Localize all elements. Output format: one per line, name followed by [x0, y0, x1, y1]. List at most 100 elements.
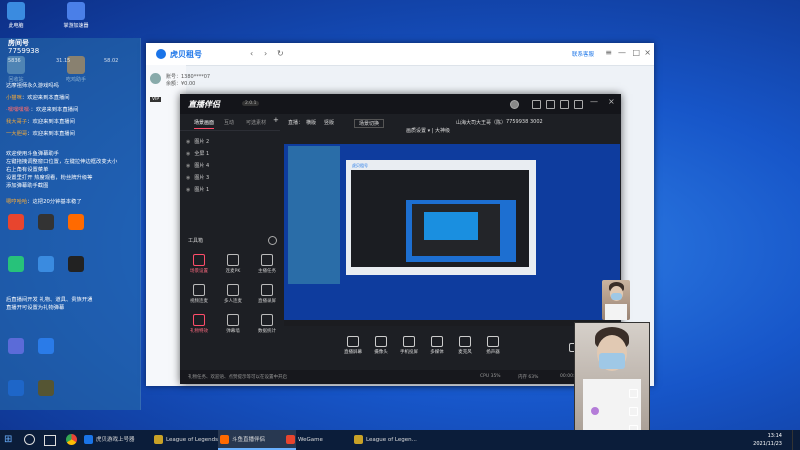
desktop-app-icon[interactable]: [68, 256, 84, 272]
tool-button[interactable]: 场景设置: [188, 254, 210, 274]
taskbar-app-icon: [354, 435, 363, 444]
task-view-icon[interactable]: [44, 435, 56, 446]
zb-minimize-icon[interactable]: —: [590, 97, 598, 106]
chat-text: 直播开可设置为礼物弹幕: [6, 305, 65, 311]
zb-titlebar[interactable]: 直播伴侣 2.0.1 — ×: [180, 94, 621, 114]
tool-button[interactable]: 连麦PK: [222, 254, 244, 274]
tool-label: 弹幕墙: [226, 329, 240, 334]
show-desktop-button[interactable]: [792, 430, 796, 450]
menu-icon[interactable]: ≡: [605, 48, 612, 57]
desktop-app-icon[interactable]: [38, 338, 54, 354]
taskbar-app[interactable]: League of Legen...: [352, 430, 432, 450]
tab-materials[interactable]: 可选素材: [246, 119, 266, 126]
stream-preview[interactable]: 虎贝租号: [284, 144, 630, 326]
visibility-icon[interactable]: ◉: [186, 175, 190, 181]
customer-service-link[interactable]: 联系客服: [572, 50, 594, 58]
tool-label: 数据统计: [258, 329, 276, 334]
tool-label: 主播任务: [258, 269, 276, 274]
zb-avatar[interactable]: [510, 100, 519, 109]
desktop-icon[interactable]: 掌游加速器: [62, 2, 90, 29]
desktop-app-icon[interactable]: [8, 256, 24, 272]
desktop-app-icon[interactable]: [38, 256, 54, 272]
toolbox-more-icon[interactable]: [268, 236, 277, 245]
maximize-icon[interactable]: □: [632, 48, 640, 57]
desktop-icon[interactable]: 此电脑: [2, 2, 30, 29]
desktop-app-icon[interactable]: [68, 214, 84, 230]
avatar[interactable]: [150, 73, 161, 84]
chat-text: 右上角有设置菜单: [6, 167, 49, 173]
taskbar-app-label: League of Legends: [166, 437, 218, 443]
tool-button[interactable]: 主播任务: [256, 254, 278, 274]
scene-switch[interactable]: 场景切换: [354, 119, 385, 128]
tab-interact[interactable]: 互动: [224, 119, 234, 126]
tool-icon: [227, 254, 239, 266]
source-icon: [431, 336, 443, 347]
tool-button[interactable]: 视频连麦: [188, 284, 210, 304]
search-icon[interactable]: [24, 434, 35, 445]
tool-button[interactable]: 数据统计: [256, 314, 278, 334]
cam-tool-icon[interactable]: [629, 407, 638, 416]
source-icon: [459, 336, 471, 347]
taskbar-app[interactable]: League of Legends: [152, 430, 228, 450]
live-companion-window[interactable]: 直播伴侣 2.0.1 — × 场景画面 互动 可选素材 + 直播： 横版 竖版 …: [180, 94, 630, 384]
tool-button[interactable]: 礼物特效: [188, 314, 210, 334]
system-clock[interactable]: 13:14 2021/11/23: [753, 432, 782, 448]
visibility-icon[interactable]: ◉: [186, 139, 190, 145]
chat-message: 嗯哼哈哈：这把20分钟基本稳了: [6, 198, 82, 206]
desktop-app-icon[interactable]: [8, 380, 24, 396]
source-button[interactable]: 手机投屏: [396, 336, 422, 355]
filter-icon[interactable]: [591, 407, 599, 415]
scene-item[interactable]: ◉ 图片 2: [186, 138, 209, 145]
visibility-icon[interactable]: ◉: [186, 187, 190, 193]
app-icon: [7, 2, 25, 20]
back-icon[interactable]: ‹: [250, 49, 253, 58]
scene-item[interactable]: ◉ 图片 3: [186, 174, 209, 181]
settings-icon[interactable]: [560, 100, 569, 109]
refresh-icon[interactable]: ↻: [277, 49, 284, 58]
notification-icon[interactable]: [574, 100, 583, 109]
source-button[interactable]: 直播屏幕: [340, 336, 366, 355]
window-titlebar[interactable]: 虎贝租号 ‹ › ↻ 联系客服 ≡ — □ ×: [146, 43, 654, 66]
info-landscape[interactable]: 横版: [306, 119, 316, 126]
gift-icon[interactable]: [532, 100, 541, 109]
quality-select[interactable]: 画质设置 ▾ | 大神级: [406, 127, 450, 134]
taskbar-app[interactable]: WeGame: [284, 430, 362, 450]
tool-icon: [193, 254, 205, 266]
tab-scene[interactable]: 场景画面: [194, 119, 215, 129]
tool-button[interactable]: 弹幕墙: [222, 314, 244, 334]
minimize-icon[interactable]: —: [618, 48, 626, 57]
scene-item[interactable]: ◉ 全屏 1: [186, 150, 209, 157]
add-scene-icon[interactable]: +: [273, 116, 279, 124]
chat-message: ·嘿嘿嘿嘿·：欢迎来到本直播间: [6, 106, 78, 114]
preview-nested-window: 虎贝租号: [346, 160, 536, 275]
scene-item[interactable]: ◉ 图片 4: [186, 162, 209, 169]
visibility-icon[interactable]: ◉: [186, 151, 190, 157]
windows-start-icon[interactable]: ⊞: [4, 435, 14, 445]
danmu-chat-overlay[interactable]: 房间号 7759938 5836 31.15 58.02 达摩祖师永久游戏吗吗小…: [0, 38, 141, 410]
desktop-app-icon[interactable]: [38, 214, 54, 230]
source-button[interactable]: 扬声器: [480, 336, 506, 355]
source-button[interactable]: 摄像头: [368, 336, 394, 355]
tool-button[interactable]: 直播录屏: [256, 284, 278, 304]
info-portrait[interactable]: 竖版: [324, 119, 334, 126]
source-button[interactable]: 多媒体: [424, 336, 450, 355]
desktop-app-icon[interactable]: [8, 214, 24, 230]
visibility-icon[interactable]: ◉: [186, 163, 190, 169]
chat-message: 达摩祖师永久游戏吗吗: [6, 82, 59, 90]
scene-item[interactable]: ◉ 图片 1: [186, 186, 209, 193]
taskbar-app[interactable]: 虎贝游戏上号器: [82, 430, 162, 450]
tool-icon: [261, 284, 273, 296]
tool-button[interactable]: 多人连麦: [222, 284, 244, 304]
stat-1: 5836: [8, 58, 21, 64]
source-button[interactable]: 麦克风: [452, 336, 478, 355]
close-icon[interactable]: ×: [644, 48, 651, 57]
cam-tool-icon[interactable]: [629, 389, 638, 398]
taskbar-app-icon: [84, 435, 93, 444]
desktop-app-icon[interactable]: [8, 338, 24, 354]
desktop-app-icon[interactable]: [38, 380, 54, 396]
lock-icon[interactable]: [546, 100, 555, 109]
zb-close-icon[interactable]: ×: [608, 97, 615, 106]
chrome-icon[interactable]: [66, 434, 77, 445]
forward-icon[interactable]: ›: [264, 49, 267, 58]
tool-label: 礼物特效: [190, 329, 208, 334]
